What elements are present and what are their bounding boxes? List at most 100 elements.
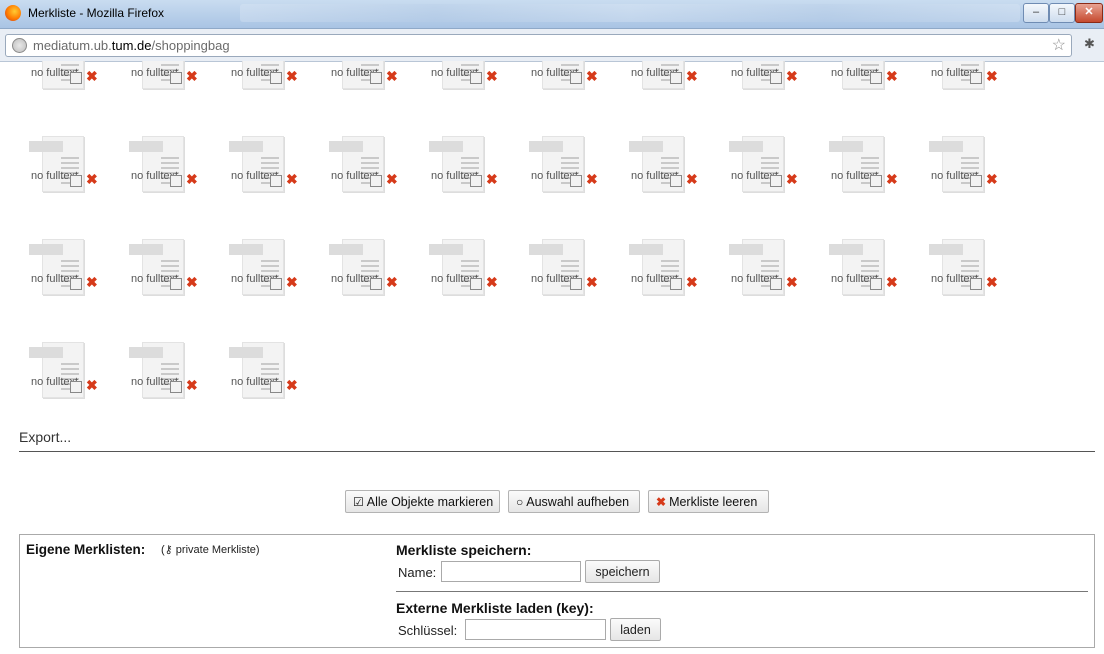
bag-item[interactable]: no fulltext ✖ [928, 239, 1008, 299]
close-window-button[interactable]: ✕ [1075, 3, 1103, 23]
save-button[interactable]: speichern [585, 560, 660, 583]
remove-item-icon[interactable]: ✖ [886, 172, 898, 186]
bag-item[interactable]: no fulltext ✖ [828, 61, 908, 93]
remove-item-icon[interactable]: ✖ [486, 275, 498, 289]
remove-item-icon[interactable]: ✖ [286, 172, 298, 186]
select-checkbox[interactable] [170, 72, 182, 84]
select-checkbox[interactable] [770, 72, 782, 84]
remove-item-icon[interactable]: ✖ [186, 172, 198, 186]
bag-item[interactable]: no fulltext ✖ [928, 136, 1008, 196]
bag-item[interactable]: no fulltext ✖ [28, 342, 108, 402]
bag-item[interactable]: no fulltext ✖ [28, 239, 108, 299]
remove-item-icon[interactable]: ✖ [386, 275, 398, 289]
remove-item-icon[interactable]: ✖ [886, 275, 898, 289]
remove-item-icon[interactable]: ✖ [186, 275, 198, 289]
maximize-button[interactable]: □ [1049, 3, 1075, 23]
bag-item[interactable]: no fulltext ✖ [428, 239, 508, 299]
select-checkbox[interactable] [570, 175, 582, 187]
select-checkbox[interactable] [270, 381, 282, 393]
name-input[interactable] [441, 561, 581, 582]
remove-item-icon[interactable]: ✖ [886, 69, 898, 83]
select-checkbox[interactable] [70, 381, 82, 393]
bag-item[interactable]: no fulltext ✖ [828, 239, 908, 299]
bag-item[interactable]: no fulltext ✖ [328, 61, 408, 93]
remove-item-icon[interactable]: ✖ [486, 69, 498, 83]
remove-item-icon[interactable]: ✖ [586, 172, 598, 186]
remove-item-icon[interactable]: ✖ [586, 69, 598, 83]
minimize-button[interactable]: – [1023, 3, 1049, 23]
bag-item[interactable]: no fulltext ✖ [228, 61, 308, 93]
remove-item-icon[interactable]: ✖ [286, 69, 298, 83]
remove-item-icon[interactable]: ✖ [986, 172, 998, 186]
bag-item[interactable]: no fulltext ✖ [528, 136, 608, 196]
bag-item[interactable]: no fulltext ✖ [728, 239, 808, 299]
bag-item[interactable]: no fulltext ✖ [928, 61, 1008, 93]
bag-item[interactable]: no fulltext ✖ [628, 239, 708, 299]
export-link[interactable]: Export... [19, 429, 71, 445]
select-checkbox[interactable] [670, 72, 682, 84]
bookmark-star-icon[interactable]: ☆ [1052, 35, 1066, 55]
select-checkbox[interactable] [970, 175, 982, 187]
select-checkbox[interactable] [570, 72, 582, 84]
select-checkbox[interactable] [70, 278, 82, 290]
select-checkbox[interactable] [470, 175, 482, 187]
select-checkbox[interactable] [370, 278, 382, 290]
bag-item[interactable]: no fulltext ✖ [328, 239, 408, 299]
select-checkbox[interactable] [570, 278, 582, 290]
select-checkbox[interactable] [670, 278, 682, 290]
remove-item-icon[interactable]: ✖ [586, 275, 598, 289]
bag-item[interactable]: no fulltext ✖ [128, 239, 208, 299]
bag-item[interactable]: no fulltext ✖ [128, 61, 208, 93]
bag-item[interactable]: no fulltext ✖ [28, 136, 108, 196]
bag-item[interactable]: no fulltext ✖ [128, 136, 208, 196]
bag-item[interactable]: no fulltext ✖ [28, 61, 108, 93]
remove-item-icon[interactable]: ✖ [686, 172, 698, 186]
select-checkbox[interactable] [670, 175, 682, 187]
bag-item[interactable]: no fulltext ✖ [428, 61, 508, 93]
load-button[interactable]: laden [610, 618, 661, 641]
select-checkbox[interactable] [870, 175, 882, 187]
remove-item-icon[interactable]: ✖ [786, 275, 798, 289]
remove-item-icon[interactable]: ✖ [186, 69, 198, 83]
remove-item-icon[interactable]: ✖ [986, 275, 998, 289]
select-checkbox[interactable] [270, 175, 282, 187]
select-checkbox[interactable] [70, 72, 82, 84]
key-input[interactable] [465, 619, 606, 640]
bag-item[interactable]: no fulltext ✖ [128, 342, 208, 402]
bag-item[interactable]: no fulltext ✖ [628, 136, 708, 196]
select-checkbox[interactable] [770, 175, 782, 187]
remove-item-icon[interactable]: ✖ [486, 172, 498, 186]
remove-item-icon[interactable]: ✖ [86, 172, 98, 186]
unselect-button[interactable]: ○ Auswahl aufheben [508, 490, 640, 513]
select-checkbox[interactable] [270, 72, 282, 84]
bag-item[interactable]: no fulltext ✖ [428, 136, 508, 196]
select-checkbox[interactable] [170, 175, 182, 187]
remove-item-icon[interactable]: ✖ [686, 275, 698, 289]
remove-item-icon[interactable]: ✖ [386, 172, 398, 186]
address-bar[interactable]: mediatum.ub.tum.de/shoppingbag ☆ [5, 34, 1072, 57]
addon-icon[interactable]: ✱ [1084, 36, 1095, 52]
bag-item[interactable]: no fulltext ✖ [728, 136, 808, 196]
remove-item-icon[interactable]: ✖ [786, 172, 798, 186]
select-checkbox[interactable] [970, 72, 982, 84]
remove-item-icon[interactable]: ✖ [786, 69, 798, 83]
select-checkbox[interactable] [970, 278, 982, 290]
select-checkbox[interactable] [870, 278, 882, 290]
bag-item[interactable]: no fulltext ✖ [328, 136, 408, 196]
select-checkbox[interactable] [470, 278, 482, 290]
remove-item-icon[interactable]: ✖ [286, 378, 298, 392]
remove-item-icon[interactable]: ✖ [86, 378, 98, 392]
remove-item-icon[interactable]: ✖ [86, 275, 98, 289]
bag-item[interactable]: no fulltext ✖ [528, 61, 608, 93]
select-checkbox[interactable] [70, 175, 82, 187]
select-checkbox[interactable] [870, 72, 882, 84]
bag-item[interactable]: no fulltext ✖ [728, 61, 808, 93]
remove-item-icon[interactable]: ✖ [686, 69, 698, 83]
bag-item[interactable]: no fulltext ✖ [228, 136, 308, 196]
bag-item[interactable]: no fulltext ✖ [828, 136, 908, 196]
remove-item-icon[interactable]: ✖ [186, 378, 198, 392]
mark-all-button[interactable]: ☑ Alle Objekte markieren [345, 490, 500, 513]
remove-item-icon[interactable]: ✖ [986, 69, 998, 83]
remove-item-icon[interactable]: ✖ [386, 69, 398, 83]
select-checkbox[interactable] [370, 72, 382, 84]
